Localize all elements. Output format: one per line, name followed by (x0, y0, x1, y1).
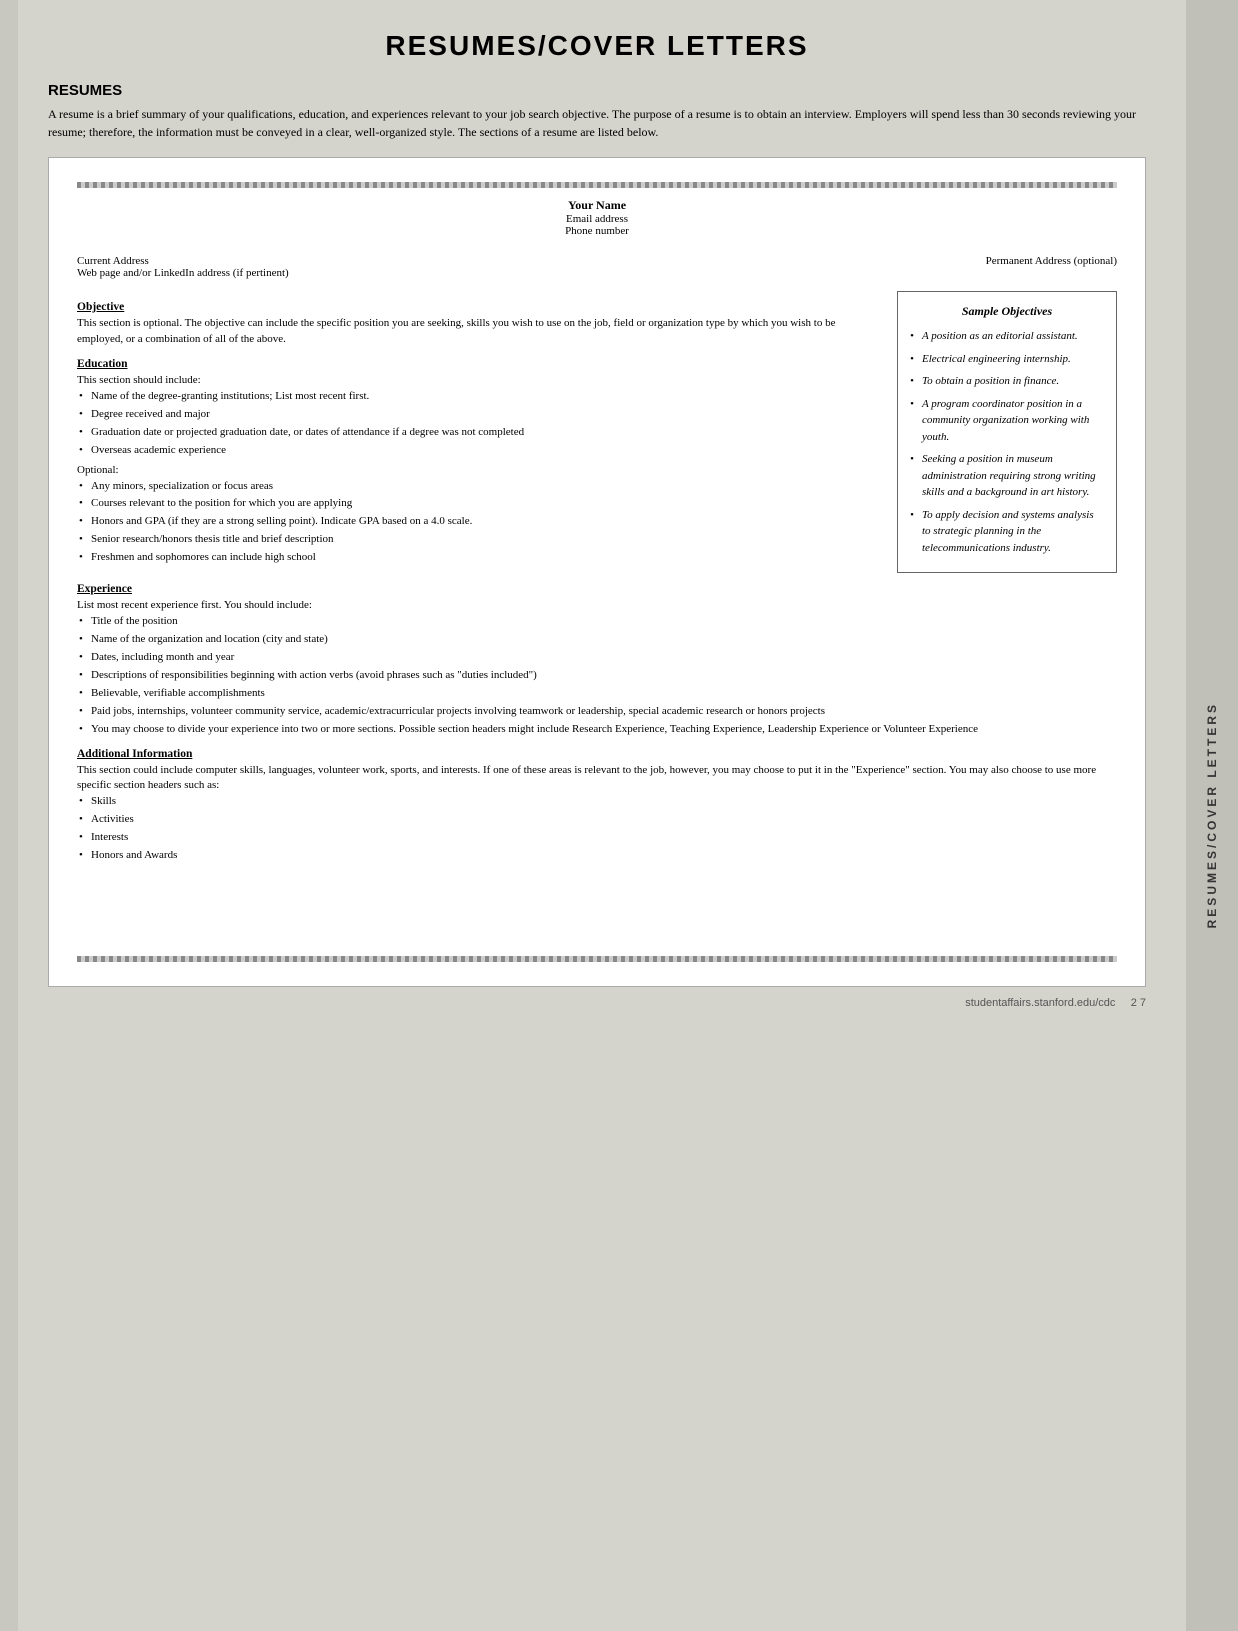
name-placeholder: Your Name (77, 198, 1117, 213)
phone-placeholder: Phone number (77, 225, 1117, 237)
list-item: Overseas academic experience (77, 443, 881, 459)
list-item: Freshmen and sophomores can include high… (77, 550, 881, 566)
list-item: Courses relevant to the position for whi… (77, 496, 881, 512)
additional-info-text: This section could include computer skil… (77, 763, 1117, 795)
list-item: Senior research/honors thesis title and … (77, 532, 881, 548)
footer: studentaffairs.stanford.edu/cdc 2 7 (48, 997, 1146, 1009)
list-item: Paid jobs, internships, volunteer commun… (77, 704, 1117, 720)
top-border-decoration (77, 182, 1117, 188)
current-address-block: Current Address Web page and/or LinkedIn… (77, 255, 289, 279)
list-item: Name of the degree-granting institutions… (77, 389, 881, 405)
list-item: Descriptions of responsibilities beginni… (77, 668, 1117, 684)
list-item: A position as an editorial assistant. (910, 328, 1104, 345)
additional-info-title: Additional Information (77, 748, 1117, 760)
sample-objectives-list: A position as an editorial assistant. El… (910, 328, 1104, 556)
list-item: Dates, including month and year (77, 650, 1117, 666)
page-title: RESUMES/COVER LETTERS (48, 30, 1146, 62)
resumes-heading: RESUMES (48, 82, 1146, 99)
experience-title: Experience (77, 583, 1117, 595)
email-placeholder: Email address (77, 213, 1117, 225)
page-number: 2 7 (1131, 997, 1146, 1009)
footer-url: studentaffairs.stanford.edu/cdc (965, 997, 1115, 1009)
bottom-border-decoration (77, 956, 1117, 962)
resume-header: Your Name Email address Phone number (77, 198, 1117, 237)
list-item: Seeking a position in museum administrat… (910, 451, 1104, 501)
list-item: Degree received and major (77, 407, 881, 423)
list-item: Skills (77, 794, 1117, 810)
list-item: To obtain a position in finance. (910, 373, 1104, 390)
objective-text: This section is optional. The objective … (77, 316, 881, 348)
objective-left: Objective This section is optional. The … (77, 291, 881, 568)
education-title: Education (77, 358, 881, 370)
experience-intro: List most recent experience first. You s… (77, 598, 1117, 614)
experience-list: Title of the position Name of the organi… (77, 614, 1117, 738)
list-item: Name of the organization and location (c… (77, 632, 1117, 648)
resume-template-box: Your Name Email address Phone number Cur… (48, 157, 1146, 987)
list-item: Believable, verifiable accomplishments (77, 686, 1117, 702)
list-item: Electrical engineering internship. (910, 351, 1104, 368)
side-tab-label: RESUMES/COVER LETTERS (1205, 702, 1219, 928)
address-row: Current Address Web page and/or LinkedIn… (77, 255, 1117, 279)
optional-label: Optional: (77, 463, 881, 479)
list-item: Graduation date or projected graduation … (77, 425, 881, 441)
objective-title: Objective (77, 301, 881, 313)
list-item: Honors and Awards (77, 848, 1117, 864)
education-optional-list: Any minors, specialization or focus area… (77, 479, 881, 567)
education-list: Name of the degree-granting institutions… (77, 389, 881, 459)
web-label: Web page and/or LinkedIn address (if per… (77, 267, 289, 279)
list-item: To apply decision and systems analysis t… (910, 507, 1104, 557)
permanent-address-label: Permanent Address (optional) (986, 255, 1117, 279)
list-item: Activities (77, 812, 1117, 828)
education-intro: This section should include: (77, 373, 881, 389)
current-address-label: Current Address (77, 255, 289, 267)
list-item: A program coordinator position in a comm… (910, 396, 1104, 446)
sample-objectives-inner: Sample Objectives A position as an edito… (897, 291, 1117, 573)
list-item: Honors and GPA (if they are a strong sel… (77, 514, 881, 530)
list-item: Interests (77, 830, 1117, 846)
sample-objectives-title: Sample Objectives (910, 302, 1104, 320)
sample-objectives-box: Sample Objectives A position as an edito… (897, 291, 1117, 573)
objective-area: Objective This section is optional. The … (77, 291, 1117, 573)
list-item: You may choose to divide your experience… (77, 722, 1117, 738)
list-item: Title of the position (77, 614, 1117, 630)
list-item: Any minors, specialization or focus area… (77, 479, 881, 495)
side-tab: RESUMES/COVER LETTERS (1186, 0, 1238, 1631)
resumes-intro: A resume is a brief summary of your qual… (48, 105, 1146, 141)
additional-info-list: Skills Activities Interests Honors and A… (77, 794, 1117, 864)
